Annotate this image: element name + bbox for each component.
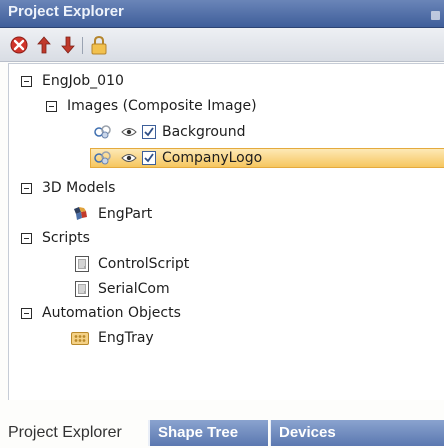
3d-part-icon <box>71 205 89 223</box>
move-up-icon[interactable] <box>33 34 55 56</box>
remove-icon[interactable] <box>8 34 30 56</box>
toolbar-separator <box>82 37 83 54</box>
collapse-icon[interactable] <box>46 100 57 112</box>
script-file-icon <box>75 256 89 272</box>
panel-menu-icon[interactable] <box>431 11 440 20</box>
tree-node-label: EngTray <box>98 330 154 346</box>
tree-node-companylogo[interactable]: CompanyLogo <box>94 146 262 170</box>
collapse-icon[interactable] <box>21 182 32 194</box>
tree-node-label: SerialCom <box>98 281 170 297</box>
project-tree[interactable]: EngJob_010 Images (Composite Image) Back… <box>8 63 444 400</box>
tree-node-serialcom[interactable]: SerialCom <box>75 277 170 301</box>
tab-strip-filler <box>383 420 444 446</box>
tree-node-3d-models[interactable]: 3D Models <box>21 176 115 200</box>
script-file-icon <box>75 281 89 297</box>
checkbox-checked-icon[interactable] <box>142 151 156 165</box>
collapse-icon[interactable] <box>21 232 32 244</box>
toolbar <box>0 28 444 62</box>
tree-node-controlscript[interactable]: ControlScript <box>75 252 189 276</box>
tree-node-label: EngJob_010 <box>42 73 124 89</box>
image-layer-icon <box>94 124 112 140</box>
lock-icon[interactable] <box>88 34 110 56</box>
tab-project-explorer[interactable]: Project Explorer <box>8 424 122 442</box>
tree-node-automation[interactable]: Automation Objects <box>21 301 181 325</box>
tab-devices[interactable]: Devices <box>270 420 383 446</box>
checkbox-checked-icon[interactable] <box>142 125 156 139</box>
tree-node-label: CompanyLogo <box>162 150 263 166</box>
collapse-icon[interactable] <box>21 75 32 87</box>
tree-node-background[interactable]: Background <box>94 120 246 144</box>
tree-node-label: Automation Objects <box>42 305 181 321</box>
visibility-eye-icon[interactable] <box>121 152 137 164</box>
tray-icon <box>71 330 89 346</box>
tree-node-label: Background <box>162 124 246 140</box>
tree-node-engtray[interactable]: EngTray <box>71 326 154 350</box>
tree-node-label: Scripts <box>42 230 90 246</box>
tree-node-label: Images (Composite Image) <box>67 98 257 114</box>
tree-node-label: 3D Models <box>42 180 116 196</box>
window-title: Project Explorer <box>8 3 124 20</box>
panel-tabs: Project Explorer Shape Tree Devices <box>0 400 444 448</box>
window-titlebar[interactable]: Project Explorer <box>0 0 444 28</box>
tree-node-root[interactable]: EngJob_010 <box>21 69 124 93</box>
tree-node-engpart[interactable]: EngPart <box>71 202 152 226</box>
collapse-icon[interactable] <box>21 307 32 319</box>
tree-node-label: EngPart <box>98 206 153 222</box>
image-layer-icon <box>94 150 112 166</box>
tree-node-scripts[interactable]: Scripts <box>21 226 90 250</box>
visibility-eye-icon[interactable] <box>121 126 137 138</box>
tree-node-label: ControlScript <box>98 256 190 272</box>
tab-shape-tree[interactable]: Shape Tree <box>148 420 268 446</box>
tree-node-images[interactable]: Images (Composite Image) <box>46 94 257 118</box>
move-down-icon[interactable] <box>57 34 79 56</box>
